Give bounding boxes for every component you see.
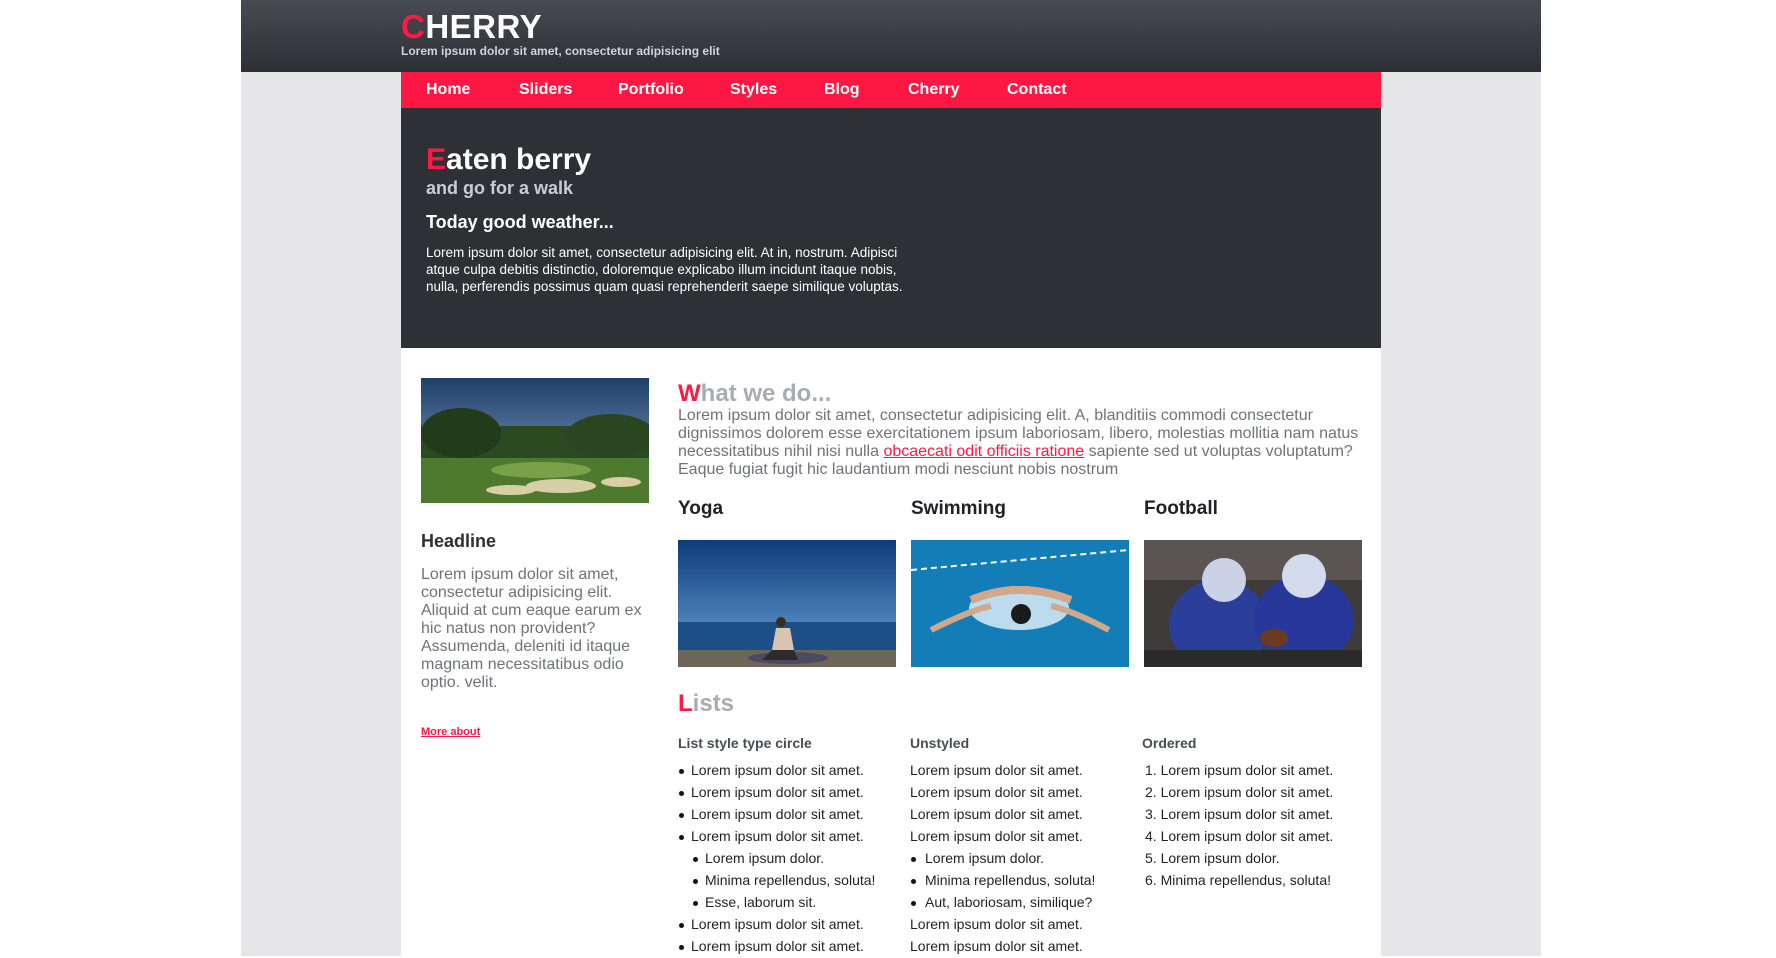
list-item: Lorem ipsum dolor sit amet. [678, 936, 875, 958]
list-item-text: Lorem ipsum dolor sit amet. [1160, 806, 1334, 822]
football-illustration [1144, 540, 1362, 667]
list-item-text: Minima repellendus, soluta! [1160, 872, 1331, 888]
what-title-initial: W [678, 380, 701, 407]
list-item: 6. Minima repellendus, soluta! [1142, 870, 1333, 892]
list-number: 2. [1145, 784, 1157, 800]
list-item: Lorem ipsum dolor sit amet. [910, 916, 1083, 932]
nav-item-blog[interactable]: Blog [824, 72, 860, 108]
list-item: Lorem ipsum dolor sit amet. [678, 914, 875, 936]
list-circle-heading: List style type circle [678, 735, 812, 751]
list-item: Lorem ipsum dolor sit amet. [678, 804, 875, 826]
football-image [1144, 540, 1362, 667]
logo-rest: HERRY [425, 8, 543, 45]
what-title-rest: hat we do... [700, 380, 832, 407]
sport-title-swimming: Swimming [911, 498, 1007, 519]
list-number: 4. [1145, 828, 1157, 844]
sidebar-headline: Headline [421, 531, 497, 551]
hero-title-initial: E [426, 143, 447, 176]
golf-course-illustration [421, 378, 649, 503]
lists-title-initial: L [678, 690, 693, 717]
list-circle: List style type circle Lorem ipsum dolor… [678, 735, 875, 958]
hero-text: Lorem ipsum dolor sit amet, consectetur … [426, 245, 903, 294]
list-item-text: Lorem ipsum dolor. [1160, 850, 1280, 866]
list-item: Lorem ipsum dolor sit amet. [910, 784, 1083, 800]
list-item: Lorem ipsum dolor sit amet. [910, 938, 1083, 954]
hero-banner: Eaten berry and go for a walk Today good… [401, 108, 1381, 348]
list-item-text: Lorem ipsum dolor sit amet. [1160, 828, 1334, 844]
more-about-link[interactable]: More about [421, 726, 480, 738]
list-item: Lorem ipsum dolor sit amet. [910, 828, 1083, 844]
golf-course-image [421, 378, 649, 503]
site-logo[interactable]: CHERRY [401, 9, 542, 45]
sport-title-football: Football [1144, 498, 1218, 519]
hero-title-rest: aten berry [446, 143, 592, 176]
swimming-illustration [911, 540, 1129, 667]
yoga-image [678, 540, 896, 667]
list-unstyled: Unstyled Lorem ipsum dolor sit amet. Lor… [910, 735, 1095, 958]
list-item: 1. Lorem ipsum dolor sit amet. [1142, 760, 1333, 782]
what-we-do-title: What we do... [678, 380, 831, 408]
list-item: Lorem ipsum dolor sit amet. [910, 762, 1083, 778]
list-sub-item: Aut, laboriosam, similique? [910, 892, 1095, 914]
list-number: 3. [1145, 806, 1157, 822]
nav-item-portfolio[interactable]: Portfolio [618, 72, 684, 108]
nav-item-cherry[interactable]: Cherry [908, 72, 960, 108]
list-item: 5. Lorem ipsum dolor. [1142, 848, 1333, 870]
site-tagline: Lorem ipsum dolor sit amet, consectetur … [401, 44, 720, 58]
swimming-image [911, 540, 1129, 667]
list-sub-item: Esse, laborum sit. [678, 892, 875, 914]
hero-heading: Today good weather... [426, 212, 614, 232]
list-number: 1. [1145, 762, 1157, 778]
logo-initial: C [401, 8, 426, 45]
nav-item-contact[interactable]: Contact [1007, 72, 1067, 108]
lists-title: Lists [678, 690, 734, 718]
list-item: Lorem ipsum dolor sit amet. [678, 782, 875, 804]
hero-title: Eaten berry [426, 142, 591, 178]
list-sub-item: Minima repellendus, soluta! [678, 870, 875, 892]
nav-item-styles[interactable]: Styles [730, 72, 777, 108]
list-item: 2. Lorem ipsum dolor sit amet. [1142, 782, 1333, 804]
inline-link[interactable]: obcaecati odit officiis ratione [883, 443, 1084, 460]
list-ordered-heading: Ordered [1142, 735, 1197, 751]
nav-item-home[interactable]: Home [426, 72, 470, 108]
list-unstyled-heading: Unstyled [910, 735, 970, 751]
list-item-text: Lorem ipsum dolor sit amet. [1160, 762, 1334, 778]
list-item: 4. Lorem ipsum dolor sit amet. [1142, 826, 1333, 848]
list-item: 3. Lorem ipsum dolor sit amet. [1142, 804, 1333, 826]
sidebar-text: Lorem ipsum dolor sit amet, consectetur … [421, 566, 642, 691]
list-item: Lorem ipsum dolor sit amet. [910, 806, 1083, 822]
main-navigation: Home Sliders Portfolio Styles Blog Cherr… [401, 72, 1381, 108]
list-sub-item: Lorem ipsum dolor. [678, 848, 875, 870]
lists-title-rest: ists [692, 690, 735, 717]
list-sub-item: Lorem ipsum dolor. [910, 848, 1095, 870]
nav-item-sliders[interactable]: Sliders [519, 72, 572, 108]
sport-title-yoga: Yoga [678, 498, 724, 519]
list-item: Lorem ipsum dolor sit amet. [678, 760, 875, 782]
what-we-do-text: Lorem ipsum dolor sit amet, consectetur … [678, 407, 1368, 479]
list-item-text: Lorem ipsum dolor sit amet. [1160, 784, 1334, 800]
list-number: 6. [1145, 872, 1157, 888]
list-sub-item: Minima repellendus, soluta! [910, 870, 1095, 892]
hero-subtitle: and go for a walk [426, 178, 574, 198]
list-number: 5. [1145, 850, 1157, 866]
yoga-illustration [678, 540, 896, 667]
list-item: Lorem ipsum dolor sit amet. [678, 826, 875, 848]
main-content: Headline Lorem ipsum dolor sit amet, con… [401, 348, 1381, 956]
list-ordered: Ordered 1. Lorem ipsum dolor sit amet. 2… [1142, 735, 1333, 892]
